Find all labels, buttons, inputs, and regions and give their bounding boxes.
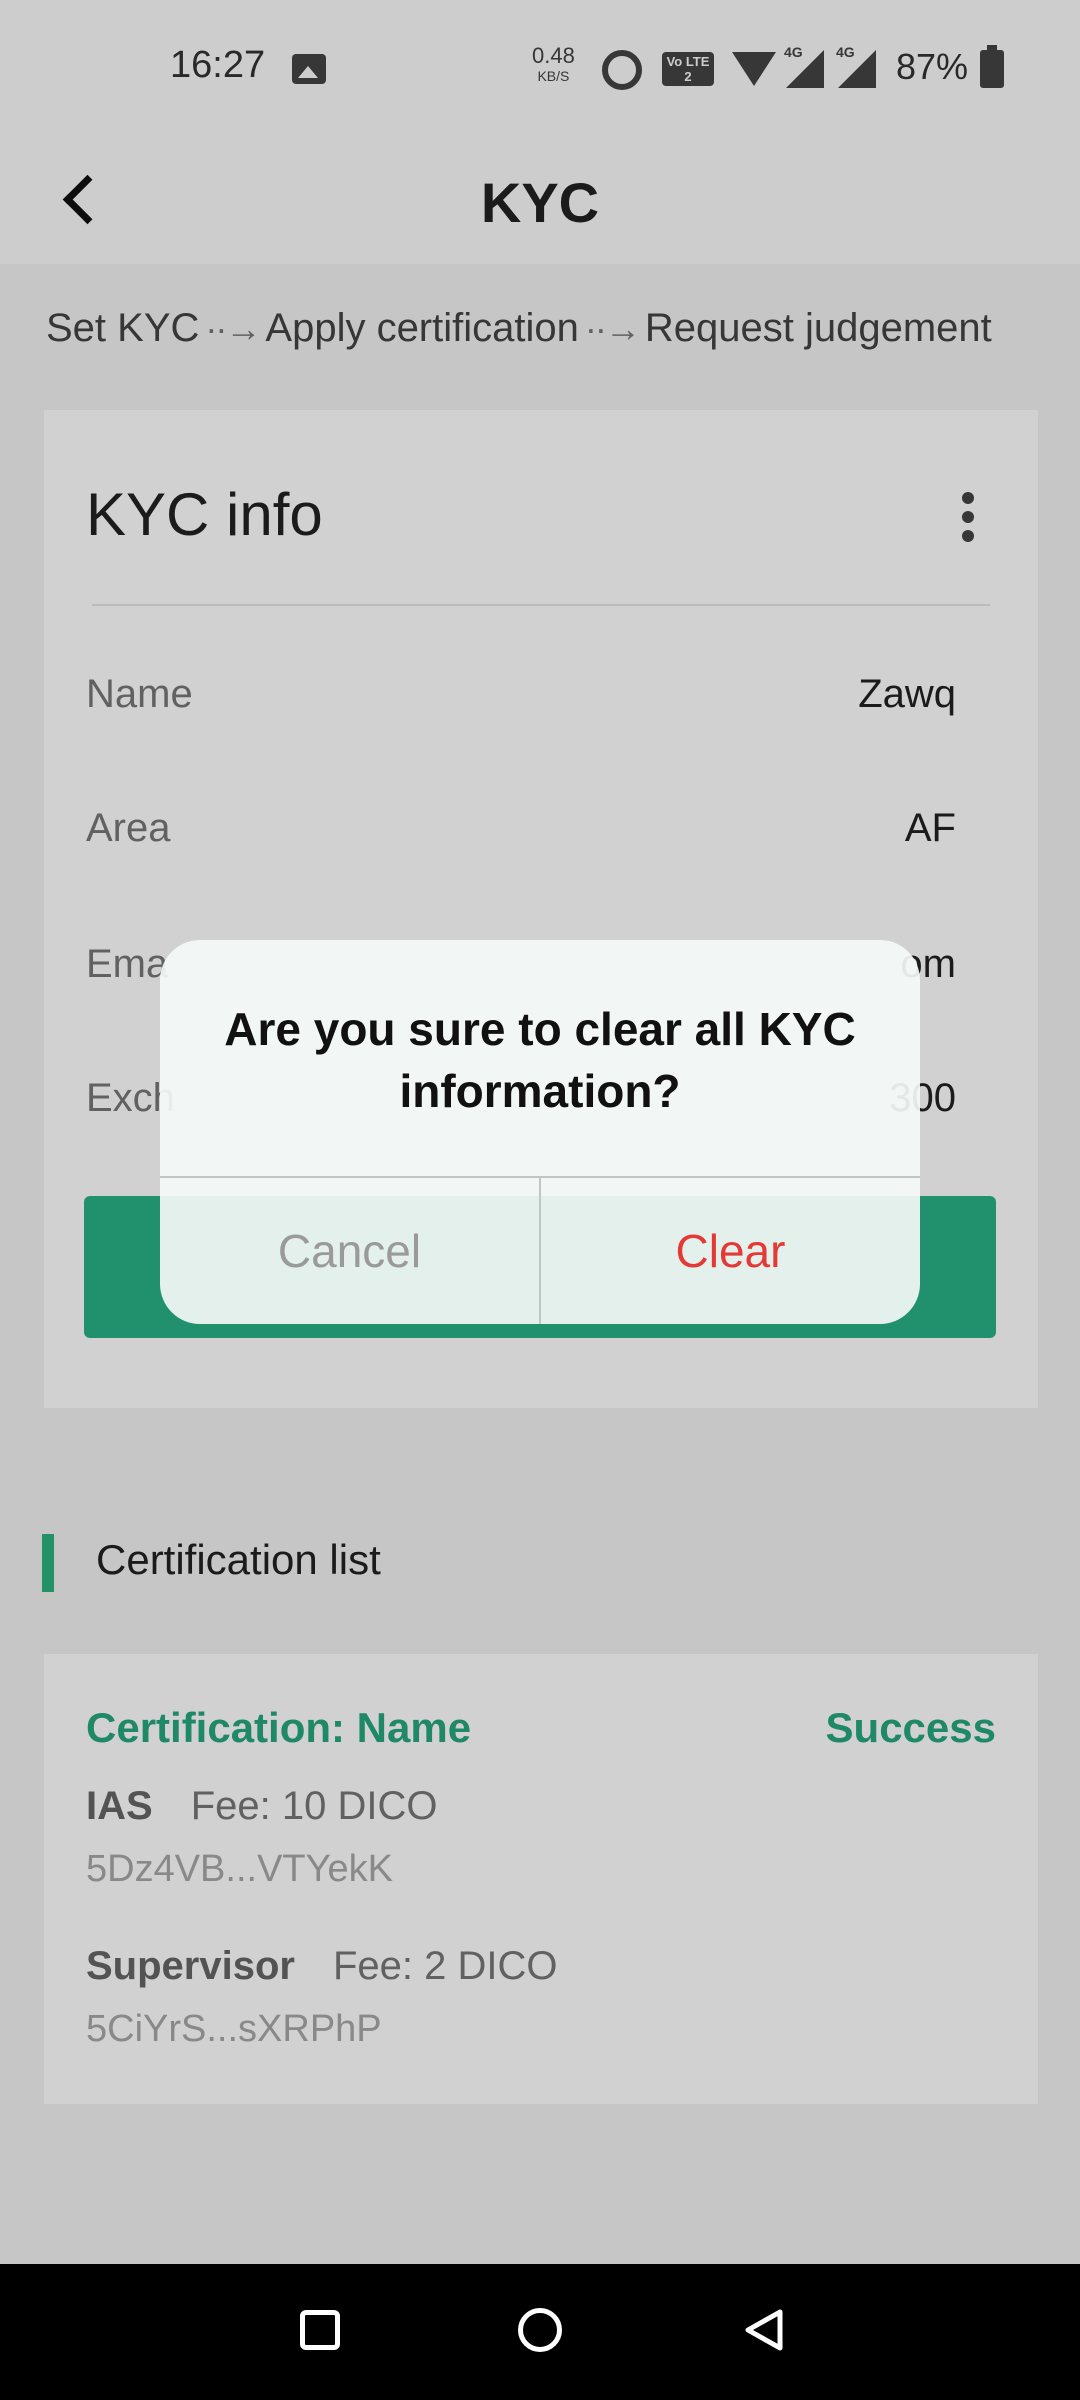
clear-kyc-dialog: Are you sure to clear all KYC informatio… [160, 940, 920, 1324]
dialog-message: Are you sure to clear all KYC informatio… [224, 1003, 856, 1117]
recents-icon[interactable] [300, 2310, 340, 2350]
cancel-button[interactable]: Cancel [160, 1178, 539, 1324]
system-nav-bar [0, 2264, 1080, 2400]
nav-back-icon[interactable] [740, 2306, 788, 2354]
clear-button[interactable]: Clear [541, 1178, 920, 1324]
home-icon[interactable] [518, 2308, 562, 2352]
